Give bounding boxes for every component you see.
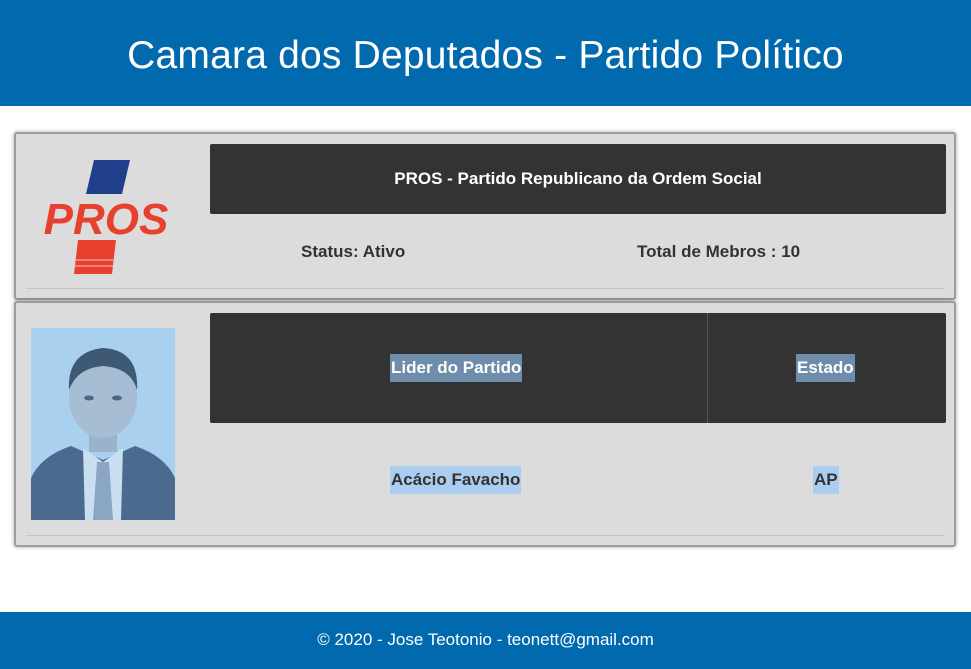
- leader-photo-image: [31, 328, 175, 520]
- divider: [26, 535, 944, 536]
- logo-text: PROS: [44, 195, 169, 244]
- header-leader: Lider do Partido: [390, 354, 523, 382]
- header-separator: [707, 313, 708, 423]
- party-card: PROS PROS - Partido Republicano da Ordem…: [14, 132, 956, 300]
- header-state: Estado: [796, 354, 855, 382]
- leader-photo: [31, 328, 175, 520]
- status-text: Status: Ativo: [301, 242, 406, 261]
- leader-name: Acácio Favacho: [390, 466, 522, 494]
- party-name-bar: PROS - Partido Republicano da Ordem Soci…: [210, 144, 946, 214]
- party-logo: PROS: [30, 158, 180, 276]
- divider: [26, 288, 944, 289]
- party-name: PROS - Partido Republicano da Ordem Soci…: [394, 169, 762, 188]
- page-title: Camara dos Deputados - Partido Político: [127, 34, 844, 77]
- page-footer: © 2020 - Jose Teotonio - teonett@gmail.c…: [0, 612, 971, 669]
- members-count: Total de Mebros : 10: [637, 242, 801, 261]
- pros-logo-icon: PROS: [44, 160, 169, 274]
- footer-text: © 2020 - Jose Teotonio - teonett@gmail.c…: [317, 629, 654, 649]
- leader-state: AP: [813, 466, 839, 494]
- page-header: Camara dos Deputados - Partido Político: [0, 0, 971, 106]
- leader-card: Lider do Partido Estado Acácio Favacho A…: [14, 301, 956, 547]
